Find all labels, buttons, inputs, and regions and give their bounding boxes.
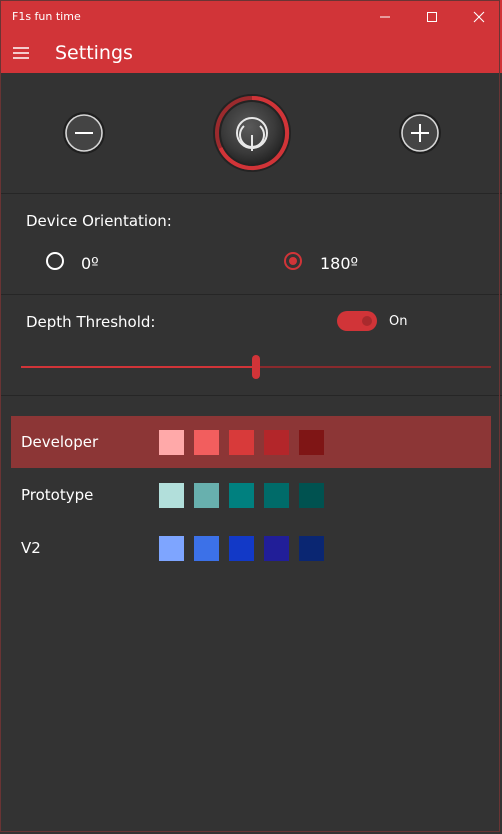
theme-name: V2 <box>21 539 41 557</box>
color-swatch <box>194 536 219 561</box>
close-button[interactable] <box>456 0 502 34</box>
slider-track-filled <box>21 366 256 368</box>
maximize-icon <box>427 12 437 22</box>
color-swatch <box>159 430 184 455</box>
orientation-0-radio[interactable] <box>46 252 64 270</box>
app-bar: Settings <box>0 34 502 73</box>
orientation-180-label: 180º <box>320 254 359 273</box>
color-swatch <box>194 430 219 455</box>
color-swatch <box>229 430 254 455</box>
increase-button[interactable] <box>398 111 442 155</box>
depth-threshold-label: Depth Threshold: <box>26 313 156 331</box>
divider <box>0 294 502 295</box>
color-swatch <box>264 483 289 508</box>
divider <box>0 395 502 396</box>
color-swatch <box>299 536 324 561</box>
theme-row-developer[interactable]: Developer <box>11 416 491 468</box>
depth-toggle-state: On <box>389 314 408 329</box>
hamburger-menu-icon <box>13 47 29 59</box>
window-title: F1s fun time <box>12 10 81 23</box>
color-swatch <box>264 430 289 455</box>
color-swatch <box>229 483 254 508</box>
maximize-button[interactable] <box>409 0 455 34</box>
title-bar: F1s fun time <box>0 0 502 34</box>
decrease-button[interactable] <box>62 111 106 155</box>
theme-name: Developer <box>21 433 99 451</box>
theme-name: Prototype <box>21 486 94 504</box>
orientation-label: Device Orientation: <box>26 212 172 230</box>
orientation-180-radio[interactable] <box>284 252 302 270</box>
color-swatch <box>299 483 324 508</box>
theme-row-v2[interactable]: V2 <box>11 522 491 574</box>
color-swatch <box>299 430 324 455</box>
minus-circle-icon <box>63 112 105 154</box>
power-icon <box>213 94 291 172</box>
orientation-0-label: 0º <box>81 254 99 273</box>
slider-track-empty <box>259 366 491 368</box>
plus-circle-icon <box>399 112 441 154</box>
color-swatch <box>194 483 219 508</box>
toggle-knob <box>362 316 372 326</box>
minimize-icon <box>380 16 390 18</box>
divider <box>0 193 502 194</box>
power-button[interactable] <box>212 93 292 173</box>
depth-slider-thumb[interactable] <box>252 355 260 379</box>
radio-dot <box>289 257 297 265</box>
depth-toggle[interactable] <box>337 311 377 331</box>
minimize-button[interactable] <box>362 0 408 34</box>
menu-button[interactable] <box>6 38 36 68</box>
color-swatch <box>264 536 289 561</box>
color-swatch <box>159 483 184 508</box>
theme-row-prototype[interactable]: Prototype <box>11 469 491 521</box>
color-swatch <box>159 536 184 561</box>
color-swatch <box>229 536 254 561</box>
page-title: Settings <box>55 42 133 64</box>
close-icon <box>473 11 485 23</box>
